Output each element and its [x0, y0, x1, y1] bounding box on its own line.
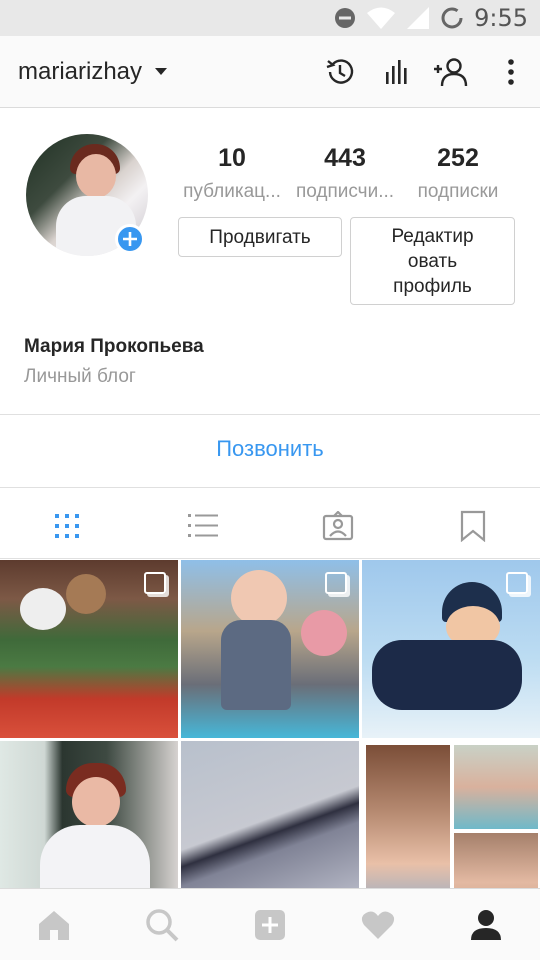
multi-photo-icon — [506, 572, 528, 594]
add-story-button[interactable] — [115, 224, 145, 254]
wifi-icon — [367, 7, 396, 29]
archive-button[interactable] — [322, 54, 358, 90]
bookmark-icon — [460, 510, 486, 542]
stat-label: подписки — [417, 181, 499, 202]
nav-profile[interactable] — [468, 907, 504, 943]
insights-button[interactable] — [379, 54, 415, 90]
status-bar: 9:55 — [0, 0, 540, 36]
stat-label: публикац... — [183, 181, 281, 202]
bottom-navigation — [0, 888, 540, 960]
heart-icon — [361, 911, 395, 939]
promote-label: Продвигать — [209, 226, 311, 248]
home-icon — [39, 911, 69, 940]
do-not-disturb-icon — [335, 8, 356, 28]
edit-profile-button[interactable]: Редактир овать профиль — [350, 217, 515, 305]
chevron-down-icon — [155, 68, 168, 75]
multi-photo-icon — [325, 572, 347, 594]
tagged-icon — [322, 511, 354, 541]
posts-count: 10 публикац... — [172, 144, 292, 203]
followers-count[interactable]: 443 подписчи... — [285, 144, 405, 203]
profile-icon — [471, 910, 501, 940]
top-app-bar: mariarizhay — [0, 36, 540, 108]
nav-new-post[interactable] — [252, 907, 288, 943]
discover-people-button[interactable] — [432, 54, 468, 90]
list-icon — [188, 514, 218, 537]
add-icon — [255, 910, 285, 940]
options-menu-button[interactable] — [493, 54, 529, 90]
history-icon — [326, 59, 354, 84]
grid-icon — [55, 514, 79, 538]
post-thumbnail[interactable] — [181, 560, 359, 738]
nav-home[interactable] — [36, 907, 72, 943]
divider — [0, 558, 540, 559]
divider — [0, 414, 540, 415]
tab-list[interactable] — [183, 506, 223, 546]
post-thumbnail[interactable] — [362, 560, 540, 738]
promote-button[interactable]: Продвигать — [178, 217, 342, 257]
stat-value: 10 — [218, 144, 246, 172]
bar-chart-icon — [386, 60, 407, 84]
battery-loading-icon — [441, 7, 463, 29]
add-person-icon — [434, 58, 468, 87]
tab-tagged[interactable] — [318, 506, 358, 546]
tab-saved[interactable] — [453, 506, 493, 546]
clock: 9:55 — [474, 4, 528, 32]
nav-activity[interactable] — [360, 907, 396, 943]
more-vertical-icon — [508, 59, 514, 85]
edit-label-line: овать — [407, 250, 458, 272]
call-button[interactable]: Позвонить — [0, 436, 540, 462]
stat-label: подписчи... — [295, 181, 395, 202]
full-name: Мария Прокопьева — [24, 336, 204, 357]
signal-icon — [407, 7, 430, 29]
edit-label-line: профиль — [393, 275, 472, 297]
account-switcher[interactable]: mariarizhay — [18, 58, 168, 86]
stat-value: 252 — [437, 144, 479, 172]
stat-value: 443 — [324, 144, 366, 172]
plus-icon — [123, 232, 137, 246]
tab-grid[interactable] — [47, 506, 87, 546]
search-icon — [146, 909, 179, 942]
username: mariarizhay — [18, 58, 143, 85]
nav-search[interactable] — [144, 907, 180, 943]
divider — [0, 487, 540, 488]
following-count[interactable]: 252 подписки — [398, 144, 518, 203]
edit-label-line: Редактир — [391, 225, 474, 247]
post-thumbnail[interactable] — [0, 560, 178, 738]
profile-category: Личный блог — [24, 366, 136, 387]
multi-photo-icon — [144, 572, 166, 594]
